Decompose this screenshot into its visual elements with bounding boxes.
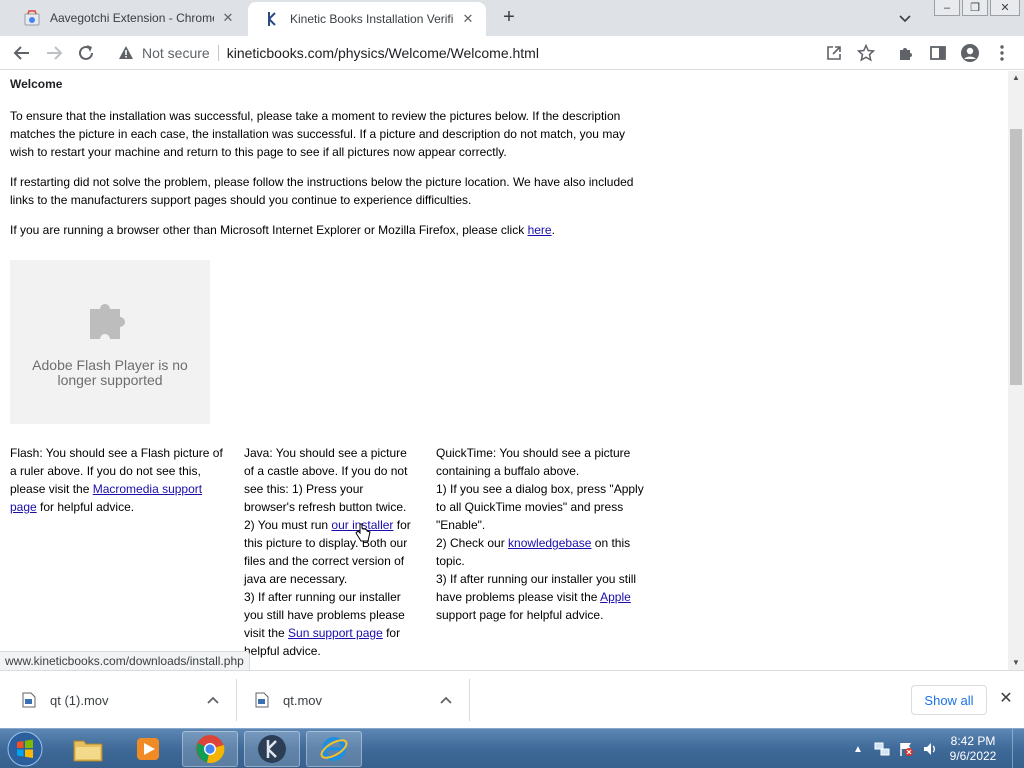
- page-heading: Welcome: [10, 77, 63, 91]
- window-controls: – ❐ ✕: [932, 0, 1020, 16]
- clock-time: 8:42 PM: [950, 734, 996, 748]
- java-text-2: 2) You must run: [244, 518, 332, 532]
- tab-title: Aavegotchi Extension - Chrome W: [50, 11, 214, 25]
- show-desktop-button[interactable]: [1012, 729, 1024, 768]
- plugin-message: Adobe Flash Player is no longer supporte…: [32, 356, 188, 388]
- reload-icon[interactable]: [76, 43, 96, 63]
- close-window-button[interactable]: ✕: [990, 0, 1020, 16]
- internet-explorer-icon[interactable]: [306, 731, 362, 767]
- flash-instructions: Flash: You should see a Flash picture of…: [10, 444, 230, 516]
- forward-icon[interactable]: [44, 43, 64, 63]
- action-center-flag-icon[interactable]: [897, 740, 915, 758]
- start-button[interactable]: [4, 730, 46, 768]
- windows-taskbar: ▲ 8:42 PM 9/6/2022: [0, 728, 1024, 768]
- apple-support-link[interactable]: Apple: [600, 590, 631, 604]
- volume-icon[interactable]: [921, 740, 939, 758]
- vertical-scrollbar[interactable]: ▲ ▼: [1008, 71, 1024, 670]
- mov-file-icon: [255, 692, 269, 708]
- security-label[interactable]: Not secure: [142, 45, 210, 61]
- close-tab-icon[interactable]: ✕: [460, 11, 476, 27]
- profile-avatar-icon[interactable]: [960, 43, 980, 63]
- here-link[interactable]: here: [528, 223, 552, 237]
- chevron-up-icon[interactable]: [439, 693, 453, 707]
- file-explorer-icon[interactable]: [60, 731, 116, 767]
- plugin-puzzle-icon: [88, 297, 132, 344]
- menu-kebab-icon[interactable]: [992, 43, 1012, 63]
- java-instructions: Java: You should see a picture of a cast…: [244, 444, 416, 660]
- close-download-bar-icon[interactable]: ✕: [998, 691, 1014, 707]
- download-bar: qt (1).mov qt.mov Show all ✕: [0, 670, 1024, 728]
- not-secure-warning-icon[interactable]: [118, 45, 134, 61]
- hand-cursor-icon: [355, 523, 371, 543]
- url-text[interactable]: kineticbooks.com/physics/Welcome/Welcome…: [227, 45, 539, 61]
- sun-support-link[interactable]: Sun support page: [288, 626, 383, 640]
- chrome-web-store-icon: [24, 10, 40, 26]
- chevron-up-icon[interactable]: [206, 693, 220, 707]
- tab-title: Kinetic Books Installation Verifica: [290, 12, 454, 26]
- qt-text-1: QuickTime: You should see a picture cont…: [436, 446, 631, 478]
- kinetic-books-taskbar-icon[interactable]: [244, 731, 300, 767]
- browser-paragraph-end: .: [551, 223, 555, 237]
- status-bar-url: www.kineticbooks.com/downloads/install.p…: [0, 651, 250, 670]
- bookmark-star-icon[interactable]: [856, 43, 876, 63]
- close-tab-icon[interactable]: ✕: [220, 10, 236, 26]
- scrollbar-thumb[interactable]: [1010, 129, 1022, 385]
- browser-toolbar: Not secure kineticbooks.com/physics/Welc…: [0, 36, 1024, 70]
- extensions-icon[interactable]: [896, 43, 916, 63]
- download-item-qt-1[interactable]: qt (1).mov: [22, 671, 234, 729]
- new-tab-button[interactable]: +: [498, 7, 520, 29]
- divider: [217, 45, 219, 61]
- tab-search-icon[interactable]: [896, 10, 914, 26]
- download-filename: qt (1).mov: [50, 692, 109, 708]
- divider: [236, 679, 237, 721]
- qt-text-6: support page for helpful advice.: [436, 608, 604, 622]
- tab-strip: Aavegotchi Extension - Chrome W ✕ Kineti…: [0, 0, 1024, 36]
- flash-plugin-placeholder: Adobe Flash Player is no longer supporte…: [10, 260, 210, 424]
- minimize-button[interactable]: –: [934, 0, 960, 16]
- browser-paragraph-text: If you are running a browser other than …: [10, 223, 528, 237]
- system-tray: ▲: [843, 729, 939, 768]
- divider: [469, 679, 470, 721]
- clock-date: 9/6/2022: [949, 749, 997, 763]
- tab-kinetic-books[interactable]: Kinetic Books Installation Verifica ✕: [248, 2, 486, 36]
- download-item-qt[interactable]: qt.mov: [255, 671, 467, 729]
- side-panel-icon[interactable]: [928, 43, 948, 63]
- share-icon[interactable]: [824, 43, 844, 63]
- download-filename: qt.mov: [283, 692, 323, 708]
- mov-file-icon: [22, 692, 36, 708]
- flash-text-end: for helpful advice.: [36, 500, 135, 514]
- page-content: Welcome To ensure that the installation …: [0, 71, 1008, 670]
- show-hidden-icons-icon[interactable]: ▲: [849, 740, 867, 758]
- chrome-icon[interactable]: [182, 731, 238, 767]
- address-bar[interactable]: Not secure kineticbooks.com/physics/Welc…: [110, 39, 884, 67]
- restart-paragraph: If restarting did not solve the problem,…: [10, 175, 634, 207]
- java-text-1: Java: You should see a picture of a cast…: [244, 446, 408, 514]
- tab-aavegotchi[interactable]: Aavegotchi Extension - Chrome W ✕: [8, 0, 246, 36]
- browser-paragraph: If you are running a browser other than …: [10, 221, 650, 239]
- show-all-button[interactable]: Show all: [911, 685, 987, 715]
- kinetic-books-icon: [264, 11, 280, 27]
- taskbar-clock[interactable]: 8:42 PM 9/6/2022: [940, 734, 1006, 764]
- quicktime-instructions: QuickTime: You should see a picture cont…: [436, 444, 650, 624]
- media-player-icon[interactable]: [120, 731, 176, 767]
- network-icon[interactable]: [873, 740, 891, 758]
- restore-button[interactable]: ❐: [962, 0, 988, 16]
- back-icon[interactable]: [12, 43, 32, 63]
- intro-paragraph: To ensure that the installation was succ…: [10, 109, 625, 159]
- scroll-down-arrow-icon[interactable]: ▼: [1008, 656, 1024, 670]
- knowledgebase-link[interactable]: knowledgebase: [508, 536, 591, 550]
- qt-text-2: 1) If you see a dialog box, press "Apply…: [436, 482, 644, 532]
- qt-text-3: 2) Check our: [436, 536, 509, 550]
- scroll-up-arrow-icon[interactable]: ▲: [1008, 71, 1024, 85]
